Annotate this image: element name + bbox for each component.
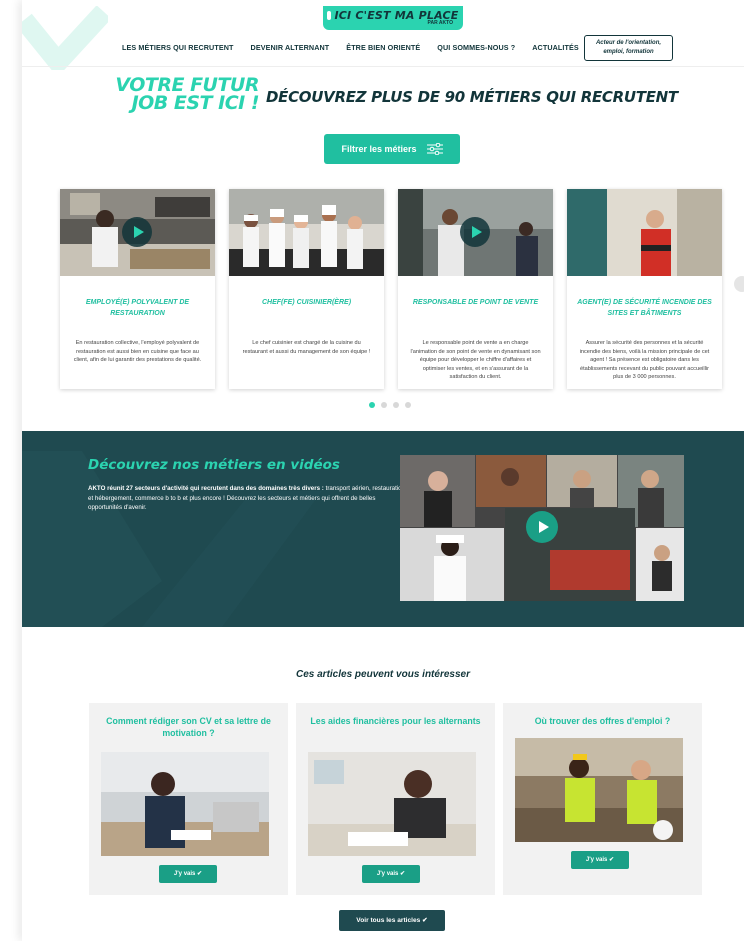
job-title: AGENT(E) DE SÉCURITÉ INCENDIE DES SITES … xyxy=(577,299,712,317)
article-go-button[interactable]: J'y vais ✔ xyxy=(362,865,420,883)
cta-line-1: Acteur de l'orientation, xyxy=(595,40,662,46)
job-title: CHEF(FE) CUISINIER(ÈRE) xyxy=(261,299,352,306)
videos-section: Découvrez nos métiers en vidéos AKTO réu… xyxy=(22,431,744,627)
page-title: DÉCOUVREZ PLUS DE 90 MÉTIERS QUI RECRUTE… xyxy=(266,88,678,106)
carousel-next-button[interactable] xyxy=(734,276,744,292)
site-logo[interactable]: ICI C'EST MA PLACE PAR AKTO xyxy=(323,6,463,30)
article-image xyxy=(515,738,683,842)
job-title: RESPONSABLE DE POINT DE VENTE xyxy=(412,299,539,306)
job-image xyxy=(229,189,384,276)
see-all-articles-label: Voir tous les articles xyxy=(356,917,421,924)
article-image xyxy=(308,752,476,856)
job-description: Le responsable point de vente a en charg… xyxy=(410,340,541,380)
article-image xyxy=(101,752,269,856)
sliders-icon xyxy=(426,143,443,155)
article-title: Où trouver des offres d'emploi ? xyxy=(534,716,671,726)
job-card[interactable]: AGENT(E) DE SÉCURITÉ INCENDIE DES SITES … xyxy=(567,189,722,389)
hero-tagline: VOTRE FUTUR JOB EST ICI ! xyxy=(109,76,260,114)
article-card[interactable]: Comment rédiger son CV et sa lettre de m… xyxy=(89,703,288,895)
acteur-orientation-button[interactable]: Acteur de l'orientation, emploi, formati… xyxy=(584,35,673,61)
videos-title: Découvrez nos métiers en vidéos xyxy=(88,457,340,473)
check-icon: ✔ xyxy=(197,871,203,877)
articles-heading: Ces articles peuvent vous intéresser xyxy=(296,669,470,680)
nav-item-oriente[interactable]: ÊTRE BIEN ORIENTÉ xyxy=(346,43,420,52)
videos-text-bold: AKTO réunit 27 secteurs d'activité qui r… xyxy=(88,485,324,492)
checkmark-decoration-icon xyxy=(22,6,108,70)
nav-item-actualites[interactable]: ACTUALITÉS xyxy=(532,43,579,52)
job-image xyxy=(567,189,722,276)
nav-item-alternant[interactable]: DEVENIR ALTERNANT xyxy=(251,43,330,52)
hero-tagline-line2: JOB EST ICI ! xyxy=(131,92,260,114)
carousel-pagination xyxy=(369,402,411,408)
job-image xyxy=(60,189,215,276)
play-video-icon[interactable] xyxy=(460,217,490,247)
see-all-articles-button[interactable]: Voir tous les articles ✔ xyxy=(339,910,445,931)
jobs-carousel: EMPLOYÉ(E) POLYVALENT DE RESTAURATION En… xyxy=(60,189,722,389)
article-go-button[interactable]: J'y vais ✔ xyxy=(159,865,217,883)
logo-subtitle: PAR AKTO xyxy=(427,20,453,26)
job-description: Le chef cuisinier est chargé de la cuisi… xyxy=(242,340,371,355)
articles-list: Comment rédiger son CV et sa lettre de m… xyxy=(89,703,702,895)
job-card[interactable]: EMPLOYÉ(E) POLYVALENT DE RESTAURATION En… xyxy=(60,189,215,389)
video-player[interactable] xyxy=(400,455,684,601)
carousel-dot[interactable] xyxy=(393,402,399,408)
job-card[interactable]: CHEF(FE) CUISINIER(ÈRE) Le chef cuisinie… xyxy=(229,189,384,389)
job-description: En restauration collective, l'employé po… xyxy=(73,340,202,363)
article-title: Comment rédiger son CV et sa lettre de m… xyxy=(106,716,271,738)
nav-item-metiers[interactable]: LES MÉTIERS QUI RECRUTENT xyxy=(122,43,234,52)
job-card[interactable]: RESPONSABLE DE POINT DE VENTE Le respons… xyxy=(398,189,553,389)
article-go-label: J'y vais xyxy=(585,857,608,863)
job-description: Assurer la sécurité des personnes et la … xyxy=(579,340,710,380)
article-card[interactable]: Où trouver des offres d'emploi ? J'y vai… xyxy=(503,703,702,895)
article-card[interactable]: Les aides financières pour les alternant… xyxy=(296,703,495,895)
article-title: Les aides financières pour les alternant… xyxy=(310,716,481,726)
check-icon: ✔ xyxy=(609,857,615,863)
check-icon: ✔ xyxy=(400,871,406,877)
videos-text: AKTO réunit 27 secteurs d'activité qui r… xyxy=(88,484,408,513)
job-image xyxy=(398,189,553,276)
page: ICI C'EST MA PLACE PAR AKTO LES MÉTIERS … xyxy=(22,0,744,941)
carousel-dot[interactable] xyxy=(405,402,411,408)
play-video-icon[interactable] xyxy=(526,511,558,543)
nav-item-qui-sommes-nous[interactable]: QUI SOMMES-NOUS ? xyxy=(437,43,515,52)
carousel-dot[interactable] xyxy=(369,402,375,408)
cta-line-2: emploi, formation xyxy=(603,49,654,55)
article-go-label: J'y vais xyxy=(376,871,399,877)
play-video-icon[interactable] xyxy=(122,217,152,247)
header-divider xyxy=(22,66,744,67)
check-icon: ✔ xyxy=(422,917,428,924)
carousel-dot[interactable] xyxy=(381,402,387,408)
main-nav: LES MÉTIERS QUI RECRUTENT DEVENIR ALTERN… xyxy=(122,43,596,52)
filter-jobs-button[interactable]: Filtrer les métiers xyxy=(324,134,460,164)
job-title: EMPLOYÉ(E) POLYVALENT DE RESTAURATION xyxy=(85,299,190,317)
filter-jobs-label: Filtrer les métiers xyxy=(341,144,417,154)
logo-mark-icon xyxy=(327,11,332,20)
article-go-label: J'y vais xyxy=(173,871,196,877)
article-go-button[interactable]: J'y vais ✔ xyxy=(571,851,629,869)
